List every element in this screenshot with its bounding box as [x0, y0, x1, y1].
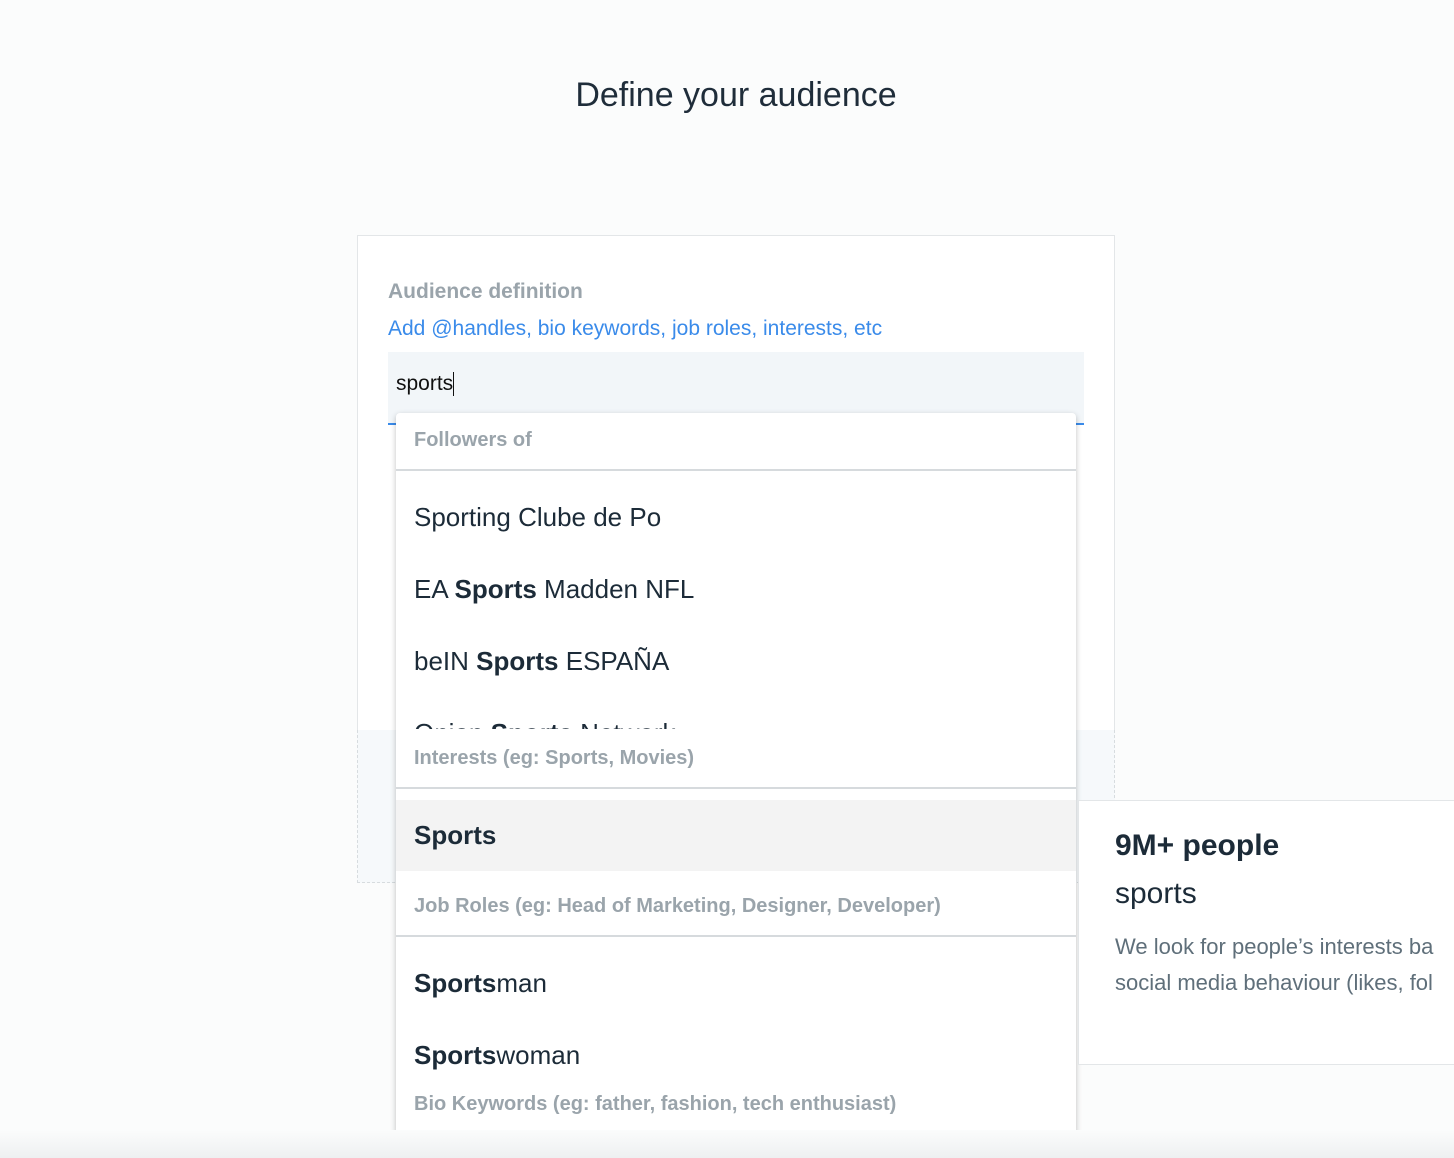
match-highlight: Sports — [414, 967, 497, 998]
suggestion-item[interactable]: Sports woman — [396, 1019, 1076, 1091]
description-line: social media behaviour (likes, fol — [1115, 970, 1433, 995]
item-text: woman — [496, 1039, 581, 1070]
audience-description: We look for people’s interests ba social … — [1115, 929, 1441, 1001]
description-line: We look for people’s interests ba — [1115, 934, 1434, 959]
section-header-bio-keywords: Bio Keywords (eg: father, fashion, tech … — [414, 1093, 897, 1115]
item-text: Onion — [414, 718, 491, 730]
item-text: beIN — [414, 645, 477, 676]
page-bottom-fade — [0, 1130, 1454, 1158]
match-highlight: Sports — [414, 1039, 497, 1070]
section-header-job-roles: Job Roles (eg: Head of Marketing, Design… — [396, 871, 1076, 937]
audience-keyword: sports — [1115, 877, 1197, 910]
match-highlight: Sports — [491, 718, 573, 730]
suggestion-item[interactable]: Onion Sports Network — [396, 697, 1076, 730]
text-caret — [453, 372, 455, 397]
suggestion-item[interactable]: Sports man — [396, 947, 1076, 1019]
section-header-followers: Followers of — [396, 413, 1076, 471]
match-highlight: Sports — [414, 820, 497, 850]
item-text: Sporting Clube de Po — [414, 501, 662, 532]
followers-list[interactable]: Sporting Clube de Po EA Sports Madden NF… — [396, 471, 1076, 730]
item-text: man — [496, 967, 547, 998]
suggestion-item[interactable]: beIN Sports ESPAÑA — [396, 625, 1076, 697]
item-text: Network — [573, 718, 675, 730]
suggestion-item[interactable]: Sporting Clube de Po — [396, 481, 1076, 553]
audience-definition-label: Audience definition — [388, 280, 583, 303]
audience-hint: Add @handles, bio keywords, job roles, i… — [388, 317, 883, 340]
item-text: ESPAÑA — [558, 645, 670, 676]
match-highlight: Sports — [476, 645, 559, 676]
input-value: sports — [396, 372, 454, 395]
suggestion-item-selected[interactable]: Sports — [396, 800, 1076, 871]
audience-count: 9M+ people — [1115, 829, 1280, 862]
section-header-interests: Interests (eg: Sports, Movies) — [396, 729, 1076, 789]
page-title: Define your audience — [575, 76, 897, 114]
item-text: EA — [414, 573, 455, 604]
audience-info-panel: 9M+ people sports We look for people’s i… — [1078, 800, 1454, 1065]
suggestion-item[interactable]: EA Sports Madden NFL — [396, 553, 1076, 625]
match-highlight: Sports — [454, 573, 537, 604]
suggestions-dropdown: Followers of Sporting Clube de Po EA Spo… — [396, 413, 1076, 1135]
item-text: Madden NFL — [536, 573, 695, 604]
